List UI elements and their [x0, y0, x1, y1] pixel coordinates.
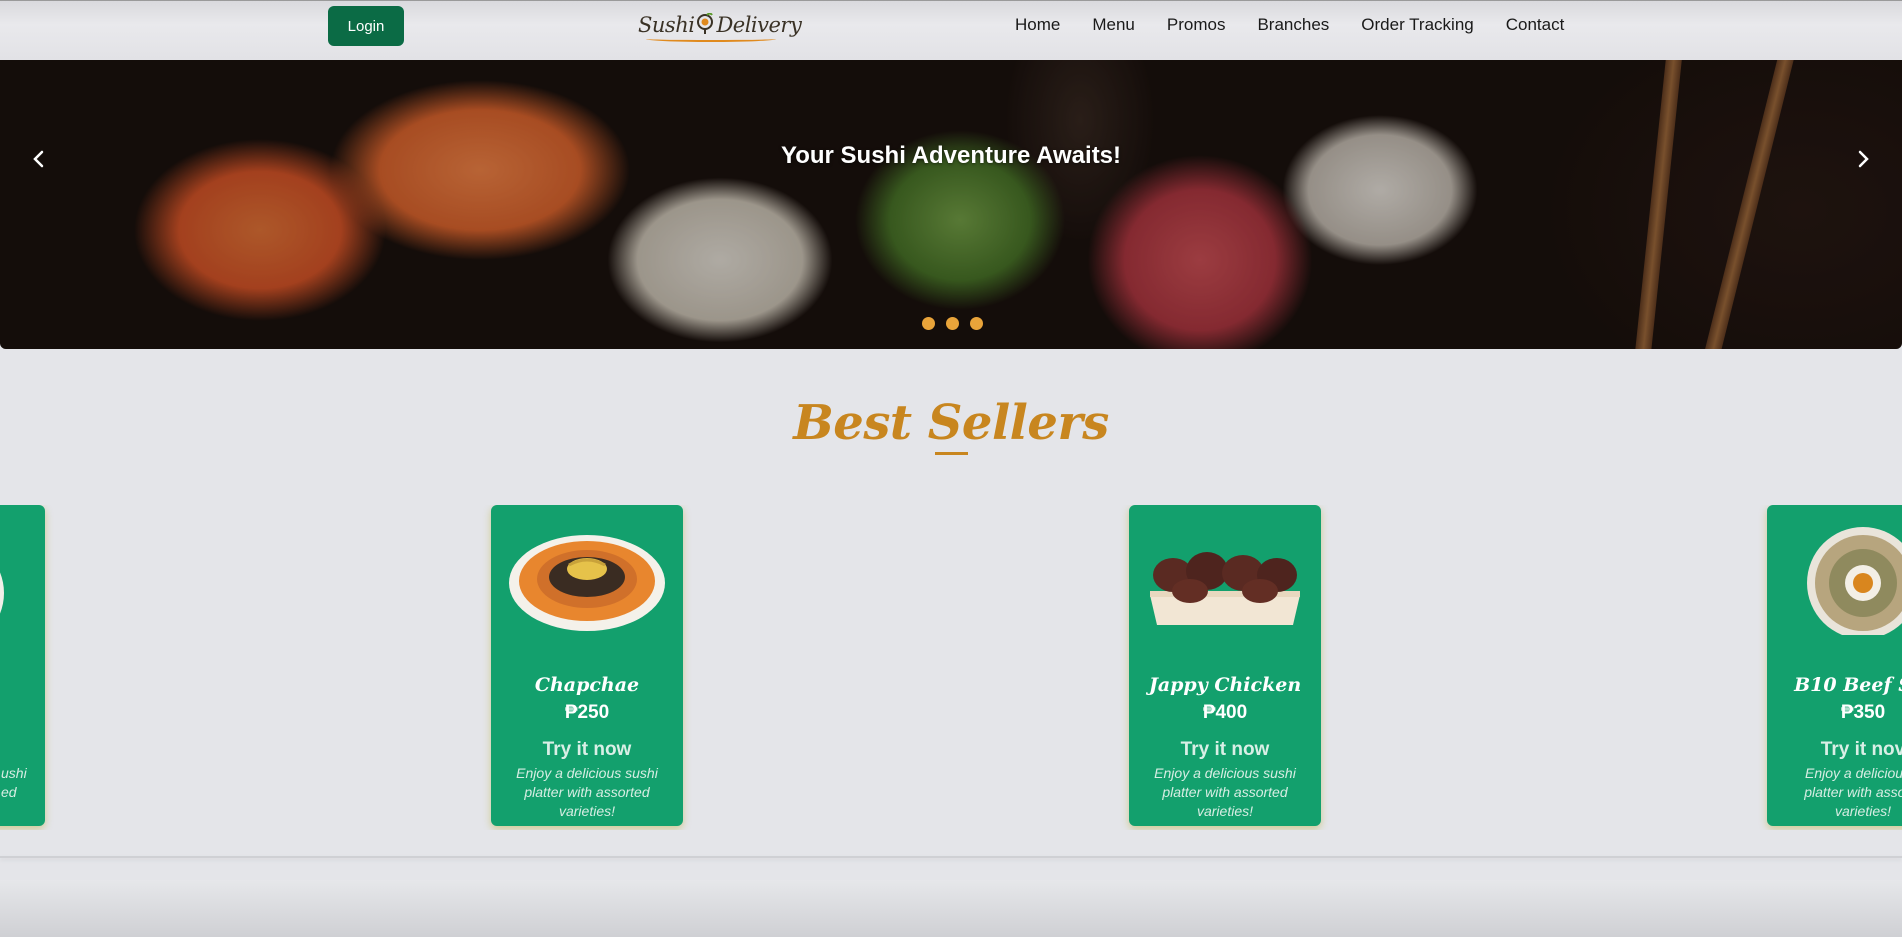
product-price: ₱350 — [1840, 702, 1886, 723]
title-underline — [935, 452, 968, 455]
nav-menu[interactable]: Menu — [1092, 15, 1135, 35]
chevron-left-icon — [33, 150, 44, 168]
nav-promos[interactable]: Promos — [1167, 15, 1226, 35]
logo[interactable]: Sushi Delivery — [638, 5, 802, 45]
location-pin-icon — [697, 13, 714, 34]
nav-home[interactable]: Home — [1015, 15, 1060, 35]
product-image — [0, 572, 4, 614]
carousel-next-button[interactable] — [1848, 144, 1878, 174]
carousel-dot-3[interactable] — [970, 317, 983, 330]
logo-wordmark: Sushi Delivery — [638, 13, 802, 42]
try-it-now-link[interactable]: Try it now — [1129, 739, 1321, 761]
login-button[interactable]: Login — [328, 6, 404, 46]
try-it-now-link[interactable]: Try it nov — [1767, 739, 1902, 761]
jappy-chicken-image — [1150, 552, 1300, 625]
product-description: Enjoy a delicious sushi platter with ass… — [516, 765, 658, 819]
product-description: ushi ed — [1, 765, 27, 800]
nav-contact[interactable]: Contact — [1506, 15, 1565, 35]
section-title: Best Sellers — [793, 395, 1109, 451]
product-description: Enjoy a delicious sushi platter with ass… — [1154, 765, 1296, 819]
product-card-beef-sio[interactable]: B10 Beef Sio ₱350 Try it nov Enjoy a del… — [1767, 505, 1902, 826]
navbar: Login Sushi Delivery Home Menu Promos Br… — [0, 0, 1902, 60]
main-nav: Home Menu Promos Branches Order Tracking… — [1015, 1, 1596, 49]
product-name: Chapchae — [534, 674, 640, 696]
carousel-indicators — [922, 317, 983, 330]
product-card-jappy-chicken[interactable]: Jappy Chicken ₱400 Try it now Enjoy a de… — [1129, 505, 1321, 826]
product-card[interactable]: ushi ed — [0, 505, 45, 826]
product-name: B10 Beef Sio — [1794, 674, 1902, 696]
nav-order-tracking[interactable]: Order Tracking — [1361, 15, 1473, 35]
try-it-now-link[interactable]: Try it now — [491, 739, 683, 761]
product-description: Enjoy a delicious s platter with assorte… — [1804, 765, 1902, 819]
hero-overlay — [0, 60, 1902, 349]
chevron-right-icon — [1858, 150, 1869, 168]
carousel-prev-button[interactable] — [24, 144, 54, 174]
chapchae-image — [509, 535, 665, 631]
best-sellers-carousel: ushi ed Chapchae ₱250 Try it now Enjoy a… — [0, 505, 1902, 830]
product-price: ₱400 — [1202, 702, 1248, 723]
product-price: ₱250 — [564, 702, 610, 723]
product-card-chapchae[interactable]: Chapchae ₱250 Try it now Enjoy a delicio… — [491, 505, 683, 826]
hero-caption: Your Sushi Adventure Awaits! — [780, 142, 1122, 169]
product-name: Jappy Chicken — [1148, 674, 1302, 696]
beef-siomai-platter-image — [1807, 527, 1902, 635]
hero-carousel: Your Sushi Adventure Awaits! — [0, 60, 1902, 349]
carousel-dot-1[interactable] — [922, 317, 935, 330]
logo-swoosh — [646, 36, 776, 42]
section-divider — [0, 856, 1902, 858]
footer-area — [0, 880, 1902, 937]
nav-branches[interactable]: Branches — [1257, 15, 1329, 35]
carousel-dot-2[interactable] — [946, 317, 959, 330]
